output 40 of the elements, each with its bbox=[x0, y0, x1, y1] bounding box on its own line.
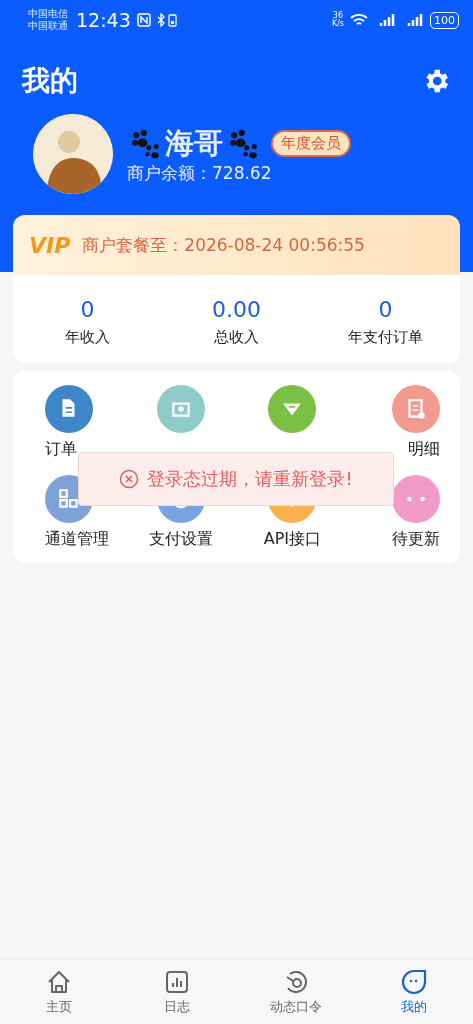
tab[interactable]: 日志 bbox=[118, 960, 237, 1024]
member-badge: 年度会员 bbox=[271, 130, 351, 157]
stat-label: 总收入 bbox=[214, 328, 259, 347]
bluetooth-battery-icon bbox=[156, 13, 179, 27]
menu-label[interactable]: API接口 bbox=[263, 529, 322, 550]
avatar[interactable] bbox=[33, 114, 113, 194]
tab[interactable]: 动态口令 bbox=[236, 960, 355, 1024]
speed-unit: K/s bbox=[331, 20, 344, 28]
vip-logo: VIP bbox=[29, 232, 71, 258]
menu-icon[interactable] bbox=[156, 385, 205, 433]
face-icon bbox=[399, 968, 428, 996]
menu-icon[interactable] bbox=[45, 385, 93, 433]
balance-text: 商户余额：728.62 bbox=[127, 161, 273, 185]
network-speed: 36 bbox=[332, 12, 344, 20]
menu-icon[interactable] bbox=[392, 385, 440, 433]
menu-label[interactable]: 待更新 bbox=[392, 529, 440, 550]
menu-label[interactable]: 明细 bbox=[408, 439, 440, 460]
menu-icon[interactable] bbox=[392, 475, 440, 523]
menu-label[interactable]: 支付设置 bbox=[148, 529, 213, 550]
user-name: 海哥 bbox=[165, 124, 223, 162]
error-icon bbox=[119, 469, 140, 489]
stat-label: 年收入 bbox=[65, 328, 110, 347]
stat-value: 0 bbox=[80, 297, 95, 322]
stat-label: 年支付订单 bbox=[348, 328, 423, 347]
tab[interactable]: 主页 bbox=[0, 960, 119, 1024]
clock: 12:43 bbox=[76, 9, 131, 31]
wifi-icon bbox=[350, 13, 368, 27]
plan-expiry: 商户套餐至：2026-08-24 00:56:55 bbox=[82, 233, 365, 257]
menu-label[interactable]: 订单 bbox=[45, 439, 77, 460]
toast-message: 登录态过期，请重新登录! bbox=[147, 467, 353, 491]
stat-value: 0.00 bbox=[212, 297, 261, 322]
tab[interactable]: 我的 bbox=[354, 960, 473, 1024]
stat-value: 0 bbox=[378, 297, 393, 322]
menu-icon[interactable] bbox=[268, 385, 317, 433]
nfc-icon bbox=[136, 13, 151, 27]
menu-label[interactable]: 通道管理 bbox=[45, 529, 109, 550]
carrier-name: 中国电信 bbox=[28, 8, 68, 20]
page-title: 我的 bbox=[22, 63, 78, 99]
battery-level: 100 bbox=[430, 11, 459, 29]
carrier-name: 中国联通 bbox=[28, 20, 68, 32]
